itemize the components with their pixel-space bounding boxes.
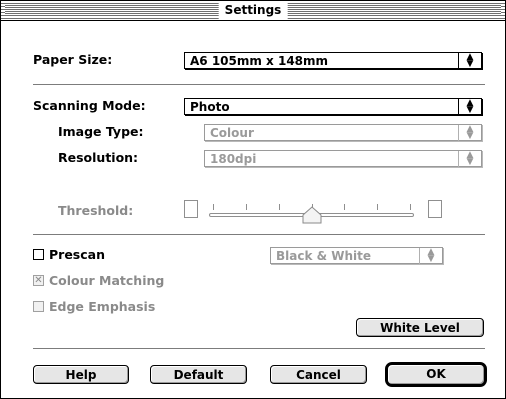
scanning-mode-popup[interactable]: Photo ▲ ▼ <box>184 98 482 115</box>
white-level-button[interactable]: White Level <box>356 318 484 337</box>
up-down-arrows-icon: ▲ ▼ <box>419 248 442 264</box>
threshold-tick <box>344 204 345 210</box>
threshold-tick <box>279 204 280 210</box>
prescan-mode-popup[interactable]: Black & White ▲ ▼ <box>270 247 443 264</box>
colour-matching-checkbox[interactable]: ✕ <box>33 275 44 286</box>
scanning-mode-label: Scanning Mode: <box>33 98 146 113</box>
title-bar[interactable]: Settings <box>1 1 505 21</box>
scanning-mode-value: Photo <box>190 100 230 114</box>
threshold-tick <box>410 204 411 210</box>
threshold-tick <box>246 204 247 210</box>
prescan-mode-value: Black & White <box>276 249 372 263</box>
threshold-min-swatch <box>184 200 198 218</box>
threshold-label: Threshold: <box>58 203 134 218</box>
resolution-popup[interactable]: 180dpi ▲ ▼ <box>204 150 482 167</box>
settings-window: Settings Paper Size: A6 105mm x 148mm ▲ ▼… <box>0 0 506 399</box>
prescan-label: Prescan <box>49 247 105 262</box>
x-mark-icon: ✕ <box>34 275 43 286</box>
cancel-button[interactable]: Cancel <box>270 365 367 384</box>
prescan-checkbox[interactable] <box>33 249 44 260</box>
separator <box>33 348 485 349</box>
edge-emphasis-checkbox[interactable] <box>33 301 44 312</box>
threshold-slider-thumb[interactable] <box>302 206 322 224</box>
paper-size-popup[interactable]: A6 105mm x 148mm ▲ ▼ <box>184 52 482 69</box>
ok-button[interactable]: OK <box>385 362 487 387</box>
image-type-label: Image Type: <box>58 124 144 139</box>
up-down-arrows-icon: ▲ ▼ <box>458 53 481 69</box>
paper-size-value: A6 105mm x 148mm <box>190 54 329 68</box>
resolution-label: Resolution: <box>58 150 139 165</box>
up-down-arrows-icon: ▲ ▼ <box>458 125 481 141</box>
up-down-arrows-icon: ▲ ▼ <box>458 151 481 167</box>
image-type-popup[interactable]: Colour ▲ ▼ <box>204 124 482 141</box>
separator <box>33 234 485 235</box>
image-type-value: Colour <box>210 126 254 140</box>
threshold-tick <box>213 204 214 210</box>
edge-emphasis-label: Edge Emphasis <box>49 299 156 314</box>
separator <box>33 84 485 85</box>
window-title: Settings <box>218 2 288 19</box>
up-down-arrows-icon: ▲ ▼ <box>458 99 481 115</box>
colour-matching-label: Colour Matching <box>49 273 165 288</box>
resolution-value: 180dpi <box>210 152 257 166</box>
default-button[interactable]: Default <box>150 365 247 384</box>
paper-size-label: Paper Size: <box>33 52 113 67</box>
threshold-max-swatch <box>428 200 442 218</box>
threshold-tick <box>377 204 378 210</box>
help-button[interactable]: Help <box>33 365 129 384</box>
